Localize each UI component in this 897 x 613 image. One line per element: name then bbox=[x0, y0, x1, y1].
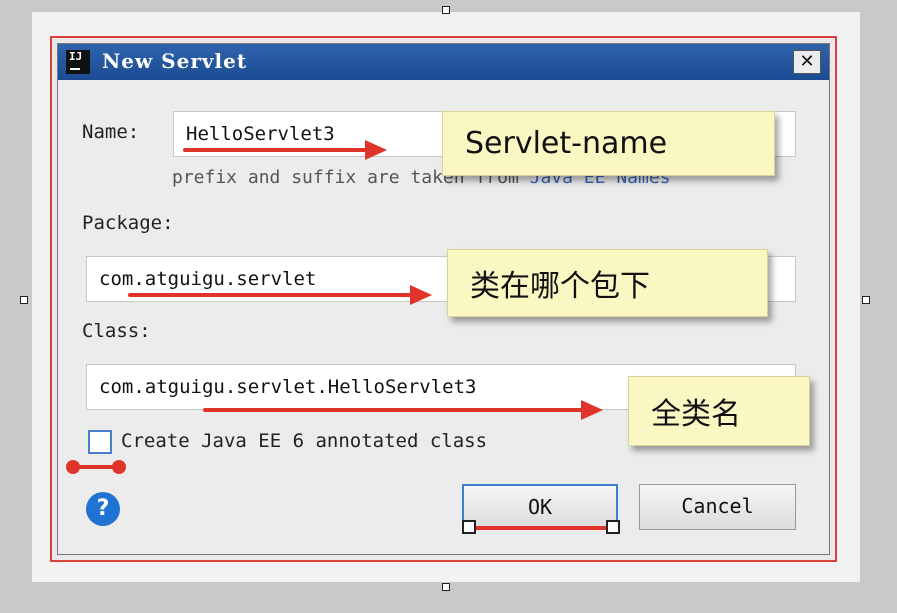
close-button[interactable]: ✕ bbox=[793, 50, 821, 74]
annotated-class-checkbox[interactable] bbox=[88, 430, 112, 454]
title-bar: IJ New Servlet ✕ bbox=[58, 44, 829, 80]
cancel-button[interactable]: Cancel bbox=[639, 484, 796, 530]
resize-handle-left[interactable] bbox=[20, 296, 28, 304]
name-label: Name: bbox=[82, 121, 140, 143]
name-arrow bbox=[183, 140, 387, 160]
intellij-icon: IJ bbox=[66, 50, 90, 74]
package-arrow bbox=[128, 285, 432, 305]
ok-marker-handle-right bbox=[606, 520, 620, 534]
resize-handle-bottom[interactable] bbox=[442, 583, 450, 591]
annotated-class-label: Create Java EE 6 annotated class bbox=[121, 430, 488, 452]
dialog-title: New Servlet bbox=[102, 49, 248, 73]
servlet-name-note: Servlet-name bbox=[442, 111, 775, 176]
class-arrow bbox=[203, 400, 603, 420]
class-note: 全类名 bbox=[628, 376, 810, 446]
ok-marker-line bbox=[470, 526, 614, 530]
help-icon[interactable]: ? bbox=[86, 492, 120, 526]
package-note: 类在哪个包下 bbox=[447, 249, 768, 317]
ok-marker-handle-left bbox=[462, 520, 476, 534]
checkbox-marker-dot-right bbox=[112, 460, 126, 474]
resize-handle-right[interactable] bbox=[862, 296, 870, 304]
ok-button[interactable]: OK bbox=[462, 484, 618, 530]
resize-handle-top[interactable] bbox=[442, 6, 450, 14]
checkbox-marker-dot-left bbox=[66, 460, 80, 474]
package-label: Package: bbox=[82, 212, 174, 234]
class-label: Class: bbox=[82, 320, 151, 342]
intellij-icon-text: IJ bbox=[69, 50, 83, 63]
